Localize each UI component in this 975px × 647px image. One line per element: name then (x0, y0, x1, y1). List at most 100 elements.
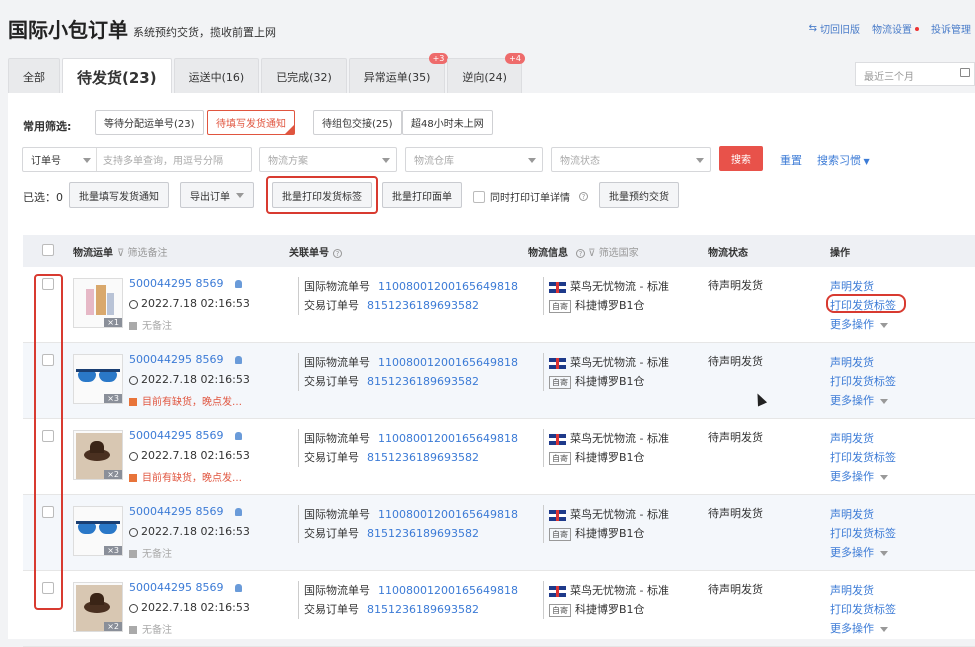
flag-icon (129, 398, 137, 406)
quantity-badge: ×3 (104, 546, 122, 555)
waybill-number-link[interactable]: 500044295 8569 (129, 429, 243, 442)
logistics-info: 菜鸟无忧物流 - 标准 自寄 科捷博罗B1仓 (543, 505, 669, 543)
tab-exception[interactable]: 异常运单(35) +3 (348, 53, 449, 94)
tab-reverse[interactable]: 逆向(24) +4 (447, 53, 525, 94)
order-time: 2022.7.18 02:16:53 (129, 449, 250, 462)
product-thumbnail[interactable]: ×2 (73, 430, 123, 480)
tab-all[interactable]: 全部 (8, 58, 60, 94)
print-label-link[interactable]: 打印发货标签 (830, 600, 896, 619)
trade-number-link[interactable]: 8151236189693582 (367, 375, 479, 388)
reset-link[interactable]: 重置 (780, 152, 802, 168)
order-search-field[interactable]: 订单号 支持多单查询，用逗号分隔 (22, 147, 252, 172)
trade-number-link[interactable]: 8151236189693582 (367, 527, 479, 540)
print-label-link[interactable]: 打印发货标签 (830, 524, 896, 543)
declare-ship-link[interactable]: 声明发货 (830, 353, 896, 372)
product-thumbnail[interactable]: ×1 (73, 278, 123, 328)
warehouse-name: 科捷博罗B1仓 (575, 299, 645, 312)
filter-country-link[interactable]: ? ⊽ 筛选国家 (572, 248, 639, 259)
product-thumbnail[interactable]: ×3 (73, 506, 123, 556)
waybill-number-link[interactable]: 500044295 8569 (129, 277, 243, 290)
batch-reserve-button[interactable]: 批量预约交货 (599, 182, 679, 208)
intl-number-link[interactable]: 1100800120016564981​8 (378, 508, 518, 521)
declare-ship-link[interactable]: 声明发货 (830, 581, 896, 600)
quick-filter-fill-notice[interactable]: 待填写发货通知 (207, 110, 295, 135)
logistics-scheme-select[interactable]: 物流方案 (259, 147, 397, 172)
tab-completed[interactable]: 已完成(32) (261, 58, 347, 94)
switch-icon: ⇆ (808, 23, 817, 34)
row-actions: 声明发货 打印发货标签 更多操作 (830, 353, 896, 410)
trade-number-link[interactable]: 8151236189693582 (367, 451, 479, 464)
search-habit-link[interactable]: 搜索习惯 ▼ (817, 152, 870, 168)
highlight-box (826, 294, 906, 313)
product-thumbnail[interactable]: ×2 (73, 582, 123, 632)
table-row: ×2 500044295 8569 2022.7.18 02:16:53 目前有缺货，… (23, 419, 975, 495)
count-badge: +3 (428, 53, 449, 64)
switch-old-version-link[interactable]: ⇆ 切回旧版 (809, 21, 860, 36)
batch-fill-notice-button[interactable]: 批量填写发货通知 (69, 182, 169, 208)
waybill-number-link[interactable]: 500044295 8569 (129, 505, 243, 518)
intl-number-link[interactable]: 1100800120016564981​8 (378, 584, 518, 597)
order-note: 目前有缺货，晚点发… (129, 469, 242, 484)
logistics-info: 菜鸟无忧物流 - 标准 自寄 科捷博罗B1仓 (543, 353, 669, 391)
declare-ship-link[interactable]: 声明发货 (830, 505, 896, 524)
quick-filter-await-package[interactable]: 待组包交接(25) (313, 110, 402, 135)
order-note: 无备注 (129, 621, 172, 636)
intl-number-link[interactable]: 1100800120016564981​8 (378, 356, 518, 369)
clock-icon (129, 451, 138, 461)
trade-number-link[interactable]: 8151236189693582 (367, 299, 479, 312)
intl-label: 国际物流单号 (304, 432, 370, 445)
chevron-down-icon (696, 158, 704, 163)
quick-filter-await-waybill[interactable]: 等待分配运单号(23) (95, 110, 204, 135)
trade-label: 交易订单号 (304, 527, 359, 540)
clock-icon (129, 375, 138, 385)
logistics-warehouse-select[interactable]: 物流仓库 (405, 147, 543, 172)
row-actions: 声明发货 打印发货标签 更多操作 (830, 505, 896, 562)
more-actions-link[interactable]: 更多操作 (830, 315, 896, 334)
export-orders-button[interactable]: 导出订单 (180, 182, 254, 208)
print-label-link[interactable]: 打印发货标签 (830, 372, 896, 391)
declare-ship-link[interactable]: 声明发货 (830, 429, 896, 448)
more-actions-link[interactable]: 更多操作 (830, 619, 896, 638)
logistics-status-select[interactable]: 物流状态 (551, 147, 711, 172)
chevron-down-icon (880, 398, 888, 404)
order-search-input[interactable]: 支持多单查询，用逗号分隔 (103, 152, 223, 167)
intl-label: 国际物流单号 (304, 356, 370, 369)
chevron-down-icon (528, 158, 536, 163)
trade-number-link[interactable]: 8151236189693582 (367, 603, 479, 616)
uk-flag-icon (549, 357, 566, 369)
intl-number-link[interactable]: 1100800120016564981​8 (378, 280, 518, 293)
batch-print-face-button[interactable]: 批量打印面单 (382, 182, 462, 208)
waybill-number-link[interactable]: 500044295 8569 (129, 353, 243, 366)
page-subtitle: 系统预约交货，揽收前置上网 (133, 26, 276, 39)
complaint-link[interactable]: 投诉管理 (931, 21, 971, 36)
logistics-status: 待声明发货 (708, 431, 763, 444)
print-detail-checkbox[interactable] (473, 190, 485, 203)
tab-in-transit[interactable]: 运送中(16) (173, 58, 260, 94)
tab-pending-ship[interactable]: 待发货(23) (62, 58, 172, 95)
self-ship-tag: 自寄 (549, 528, 571, 541)
chevron-down-icon (382, 158, 390, 163)
quick-filter-over-48h[interactable]: 超48小时未上网 (402, 110, 493, 135)
product-thumbnail[interactable]: ×3 (73, 354, 123, 404)
highlight-box (34, 274, 63, 610)
more-actions-link[interactable]: 更多操作 (830, 391, 896, 410)
more-actions-link[interactable]: 更多操作 (830, 543, 896, 562)
main-panel: 常用筛选: 等待分配运单号(23) 待填写发货通知 待组包交接(25) 超48小… (8, 93, 975, 647)
filter-note-link[interactable]: ⊽ 筛选备注 (117, 248, 168, 259)
person-icon (235, 584, 243, 592)
logistics-settings-link[interactable]: 物流设置 (872, 21, 919, 36)
waybill-number-link[interactable]: 500044295 8569 (129, 581, 243, 594)
date-range-select[interactable]: 最近三个月 (855, 62, 975, 86)
intl-number-link[interactable]: 1100800120016564981​8 (378, 432, 518, 445)
select-all-checkbox[interactable] (42, 244, 54, 256)
related-numbers: 国际物流单号 1100800120016564981​8 交易订单号 81512361… (298, 277, 518, 315)
print-detail-option[interactable]: 同时打印订单详情 ? (473, 189, 588, 204)
quantity-badge: ×2 (104, 470, 122, 479)
related-numbers: 国际物流单号 1100800120016564981​8 交易订单号 81512361… (298, 581, 518, 619)
search-button[interactable]: 搜索 (719, 146, 763, 171)
carrier-name: 菜鸟无忧物流 - 标准 (570, 356, 669, 369)
print-label-link[interactable]: 打印发货标签 (830, 448, 896, 467)
more-actions-link[interactable]: 更多操作 (830, 467, 896, 486)
related-header: 关联单号? (289, 244, 342, 259)
carrier-name: 菜鸟无忧物流 - 标准 (570, 432, 669, 445)
